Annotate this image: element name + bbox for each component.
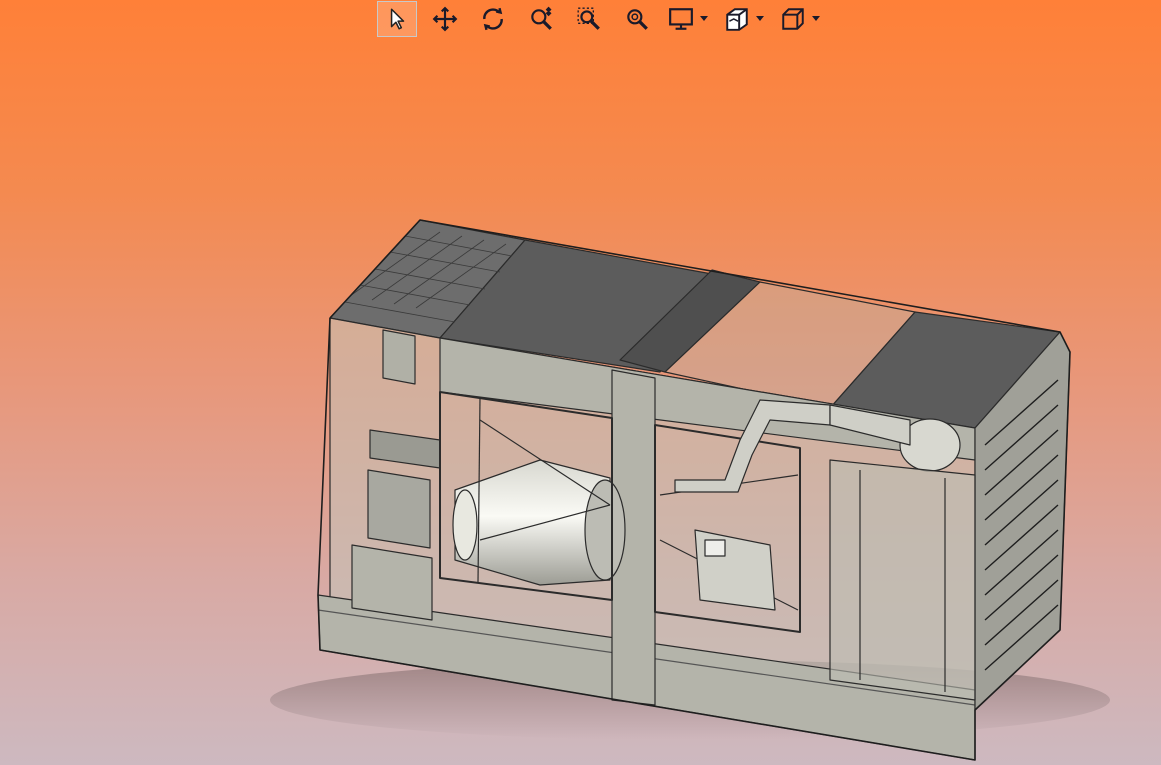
control-panel [367, 469, 431, 549]
breaker-box [351, 544, 433, 621]
chevron-down-icon [700, 16, 708, 21]
zoom-tool-button[interactable] [521, 1, 561, 37]
view-orientation-button[interactable] [777, 1, 809, 37]
chevron-down-icon [756, 16, 764, 21]
zoom-window-tool-button[interactable] [569, 1, 609, 37]
rotate-icon [483, 7, 503, 31]
monitor-icon [669, 8, 693, 30]
display-mode-button[interactable] [665, 1, 697, 37]
generator-enclosure-model[interactable] [0, 0, 1161, 765]
pan-tool-button[interactable] [425, 1, 465, 37]
right-inner-panel [829, 459, 976, 701]
zoom-fit-icon [627, 9, 648, 30]
display-mode-dropdown[interactable] [665, 1, 709, 37]
zoom-window-icon [577, 7, 600, 30]
select-tool-button[interactable] [377, 1, 417, 37]
section-plane-button[interactable] [721, 1, 753, 37]
chevron-down-icon [812, 16, 820, 21]
cube-view-icon [782, 8, 804, 30]
select-arrow-icon [390, 8, 405, 30]
section-plane-icon [726, 8, 748, 31]
pan-move-icon [432, 6, 458, 32]
fuel-box [382, 329, 416, 385]
display-mode-caret[interactable] [699, 9, 709, 29]
viewer-toolbar [377, 0, 833, 38]
zoom-fit-tool-button[interactable] [617, 1, 657, 37]
view-orientation-dropdown[interactable] [777, 1, 821, 37]
section-dropdown[interactable] [721, 1, 765, 37]
section-caret[interactable] [755, 9, 765, 29]
view-orientation-caret[interactable] [811, 9, 821, 29]
3d-viewport[interactable] [0, 0, 1161, 765]
rotate-tool-button[interactable] [473, 1, 513, 37]
zoom-icon [531, 6, 552, 30]
